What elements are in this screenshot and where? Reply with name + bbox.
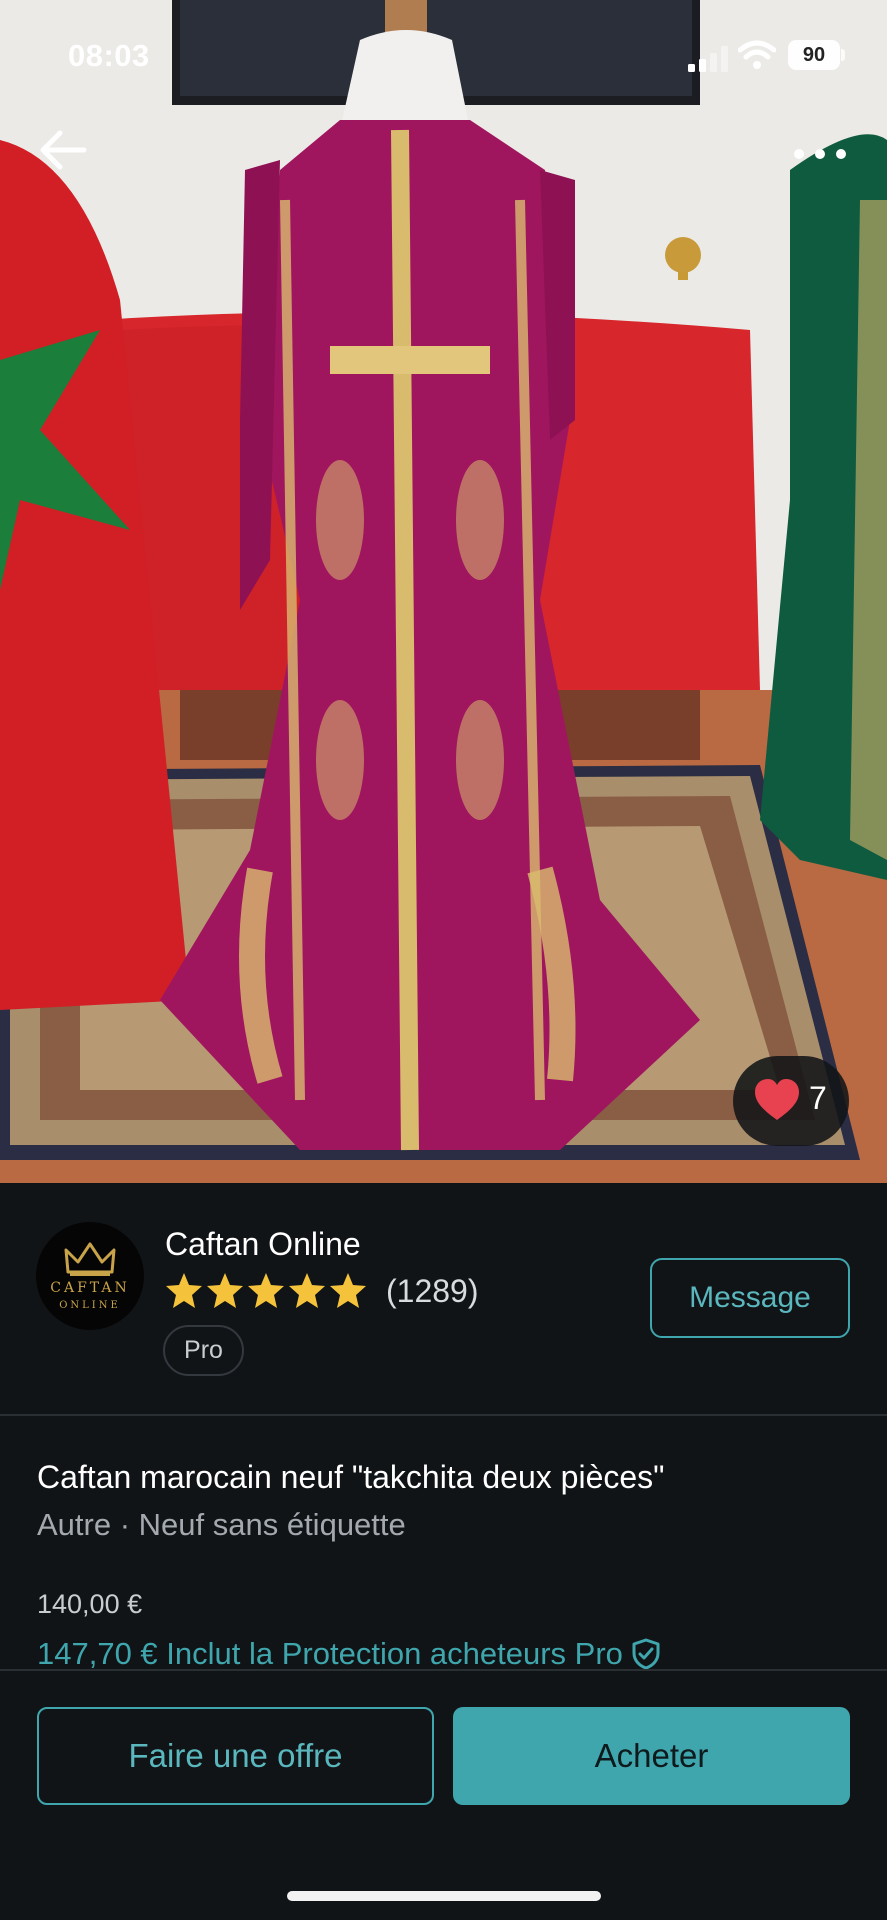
like-button[interactable]: 7 (733, 1056, 849, 1146)
price-protection-text: 147,70 € Inclut la Protection acheteurs … (37, 1636, 623, 1671)
seller-rating (164, 1272, 369, 1310)
product-photo[interactable] (0, 0, 887, 1183)
heart-icon (755, 1079, 799, 1120)
battery-icon: 90 (788, 40, 840, 70)
star-icon (248, 1273, 284, 1308)
divider (0, 1414, 887, 1416)
wifi-icon (738, 40, 776, 69)
status-time: 08:03 (68, 38, 150, 73)
back-arrow-icon[interactable] (38, 128, 88, 172)
shield-check-icon (632, 1638, 660, 1670)
message-button[interactable]: Message (650, 1258, 850, 1338)
make-offer-button[interactable]: Faire une offre (37, 1707, 434, 1805)
home-indicator[interactable] (287, 1891, 601, 1901)
listing-price: 140,00 € (37, 1589, 143, 1619)
star-icon (289, 1273, 325, 1308)
star-icon (166, 1273, 202, 1308)
star-icon (330, 1273, 366, 1308)
seller-name[interactable]: Caftan Online (165, 1226, 361, 1263)
star-icon (207, 1273, 243, 1308)
review-count[interactable]: (1289) (386, 1273, 479, 1310)
battery-level: 90 (802, 44, 826, 66)
more-icon[interactable] (790, 145, 850, 163)
crown-icon (64, 1242, 116, 1276)
listing-title: Caftan marocain neuf "takchita deux pièc… (37, 1459, 665, 1495)
battery-tip (841, 49, 845, 61)
buy-button[interactable]: Acheter (453, 1707, 850, 1805)
price-with-protection[interactable]: 147,70 € Inclut la Protection acheteurs … (37, 1636, 661, 1672)
signal-icon (688, 46, 728, 72)
logo-text-caftan: CAFTAN (50, 1280, 130, 1296)
logo-text-online: ONLINE (59, 1300, 121, 1311)
seller-avatar[interactable]: CAFTAN ONLINE (36, 1222, 144, 1330)
pro-badge: Pro (163, 1325, 244, 1376)
listing-subtitle: Autre · Neuf sans étiquette (37, 1507, 406, 1542)
status-bar: 08:03 90 (0, 0, 887, 110)
like-count: 7 (809, 1080, 827, 1116)
